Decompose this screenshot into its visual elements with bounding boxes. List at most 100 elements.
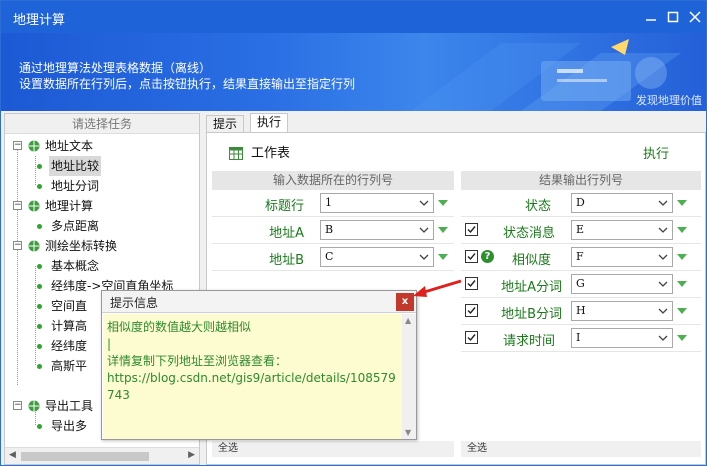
- row-label: 地址A分词: [501, 280, 562, 295]
- globe-icon: [28, 140, 40, 152]
- title-row-select[interactable]: 1: [320, 193, 434, 213]
- popup-line-similarity: 相似度的数值越大则越相似: [107, 320, 252, 334]
- address-a-select[interactable]: B: [320, 220, 434, 240]
- fill-down-icon[interactable]: [677, 227, 687, 233]
- minimize-button[interactable]: [641, 7, 661, 27]
- select-value: I: [576, 331, 581, 344]
- bullet-icon: [37, 184, 42, 189]
- select-value: G: [576, 277, 585, 290]
- worksheet-label: 工作表: [251, 146, 291, 161]
- tree-item-label: 多点距离: [51, 219, 100, 233]
- tree-item-label: 基本概念: [51, 259, 100, 273]
- select-value: H: [576, 304, 586, 317]
- tree-group-geo-calc[interactable]: − 地理计算: [13, 196, 199, 216]
- tree-group-address-text[interactable]: − 地址文本: [13, 136, 199, 156]
- popup-vertical-scrollbar[interactable]: ▲ ▼: [402, 314, 416, 439]
- input-row-address-a: 地址A B: [212, 217, 454, 244]
- chevron-down-icon: [658, 254, 668, 260]
- annotation-arrow-icon: [413, 279, 462, 297]
- row-label: 标题行: [264, 199, 304, 214]
- output-row-status: 状态 D: [461, 190, 701, 217]
- row-label: 地址A: [269, 226, 304, 241]
- fill-down-icon[interactable]: [677, 200, 687, 206]
- tab-strip: 提示 执行: [206, 113, 706, 134]
- scroll-right-icon[interactable]: ▶: [188, 450, 195, 460]
- fill-down-icon[interactable]: [438, 227, 448, 233]
- select-value: C: [325, 250, 334, 263]
- tree-item-label: 地址比较: [49, 156, 102, 176]
- execute-button[interactable]: 执行: [643, 143, 669, 162]
- close-icon: [689, 11, 701, 23]
- tree-item-address-compare[interactable]: 地址比较: [31, 156, 199, 176]
- chevron-down-icon: [658, 335, 668, 341]
- tree-item-label: 高斯平: [51, 359, 88, 373]
- output-row-request-time: 请求时间 I: [461, 325, 701, 352]
- address-b-tokens-select[interactable]: H: [571, 301, 673, 321]
- collapse-icon[interactable]: −: [13, 141, 22, 150]
- popup-line-instruction: 详情复制下列地址至浏览器查看：: [107, 354, 288, 368]
- tree-item-label: 计算高: [51, 319, 88, 333]
- close-window-button[interactable]: [685, 7, 705, 27]
- chevron-down-icon: [419, 200, 429, 206]
- scroll-up-icon[interactable]: ▲: [405, 316, 411, 325]
- fill-down-icon[interactable]: [438, 254, 448, 260]
- task-panel-header: 请选择任务: [5, 114, 199, 134]
- window-title: 地理计算: [13, 13, 66, 28]
- tree-item-address-tokenize[interactable]: 地址分词: [31, 176, 199, 196]
- status-select[interactable]: D: [571, 193, 673, 213]
- select-value: D: [576, 196, 585, 209]
- similarity-select[interactable]: F: [571, 247, 673, 267]
- chevron-down-icon: [658, 281, 668, 287]
- bullet-icon: [37, 164, 42, 169]
- fill-down-icon[interactable]: [438, 200, 448, 206]
- input-select-all[interactable]: 全选: [212, 441, 454, 457]
- tree-item-basic-concepts[interactable]: 基本概念: [31, 256, 199, 276]
- input-row-title: 标题行 1: [212, 190, 454, 217]
- popup-title-bar: 提示信息 x: [102, 291, 416, 313]
- fill-down-icon[interactable]: [677, 335, 687, 341]
- address-b-select[interactable]: C: [320, 247, 434, 267]
- scroll-down-icon[interactable]: ▼: [405, 428, 411, 437]
- row-label: 相似度: [511, 253, 551, 268]
- app-window: 地理计算 通过地理算法处理表格数据（离线） 设置数据所在行列后，点击按钮执行，结…: [0, 0, 707, 466]
- maximize-button[interactable]: [663, 7, 683, 27]
- minimize-icon: [646, 19, 656, 21]
- tree-horizontal-scrollbar[interactable]: ◀ ▶: [5, 447, 199, 464]
- output-row-similarity: ? 相似度 F: [461, 244, 701, 271]
- bullet-icon: [37, 284, 42, 289]
- output-select-all[interactable]: 全选: [461, 441, 701, 457]
- tree-group-label: 地址文本: [45, 139, 94, 153]
- tree-group-label: 地理计算: [45, 199, 94, 213]
- bullet-icon: [37, 424, 42, 429]
- popup-title: 提示信息: [110, 296, 159, 310]
- fill-down-icon[interactable]: [677, 308, 687, 314]
- tab-hint[interactable]: 提示: [206, 115, 245, 133]
- collapse-icon[interactable]: −: [13, 201, 22, 210]
- tree-item-multi-distance[interactable]: 多点距离: [31, 216, 199, 236]
- row-label: 状态: [524, 199, 551, 214]
- tree-group-label: 测绘坐标转换: [45, 239, 118, 253]
- row-label: 地址B分词: [501, 307, 562, 322]
- worksheet-icon: [229, 147, 243, 160]
- collapse-icon[interactable]: −: [13, 241, 22, 250]
- status-message-select[interactable]: E: [571, 220, 673, 240]
- brand-slogan: 发现地理价值: [636, 94, 702, 107]
- tab-execute[interactable]: 执行: [250, 113, 289, 134]
- tree-group-survey-transform[interactable]: − 测绘坐标转换: [13, 236, 199, 256]
- collapse-icon[interactable]: −: [13, 401, 22, 410]
- tree-item-label: 地址分词: [51, 179, 100, 193]
- address-a-tokens-select[interactable]: G: [571, 274, 673, 294]
- banner-description: 通过地理算法处理表格数据（离线）: [19, 61, 212, 75]
- row-label: 地址B: [269, 253, 304, 268]
- fill-down-icon[interactable]: [677, 254, 687, 260]
- chevron-down-icon: [419, 227, 429, 233]
- output-rows: 状态 D 状态消息 E ? 相似度 F 地址A分词 G 地址B分词 H 请求时间…: [461, 190, 701, 430]
- popup-message[interactable]: 相似度的数值越大则越相似 | 详情复制下列地址至浏览器查看： https://b…: [103, 314, 402, 439]
- fill-down-icon[interactable]: [677, 281, 687, 287]
- chevron-down-icon: [658, 227, 668, 233]
- scrollbar-thumb[interactable]: [21, 452, 149, 461]
- scroll-left-icon[interactable]: ◀: [9, 450, 16, 460]
- globe-icon: [28, 400, 40, 412]
- request-time-select[interactable]: I: [571, 328, 673, 348]
- bullet-icon: [37, 324, 42, 329]
